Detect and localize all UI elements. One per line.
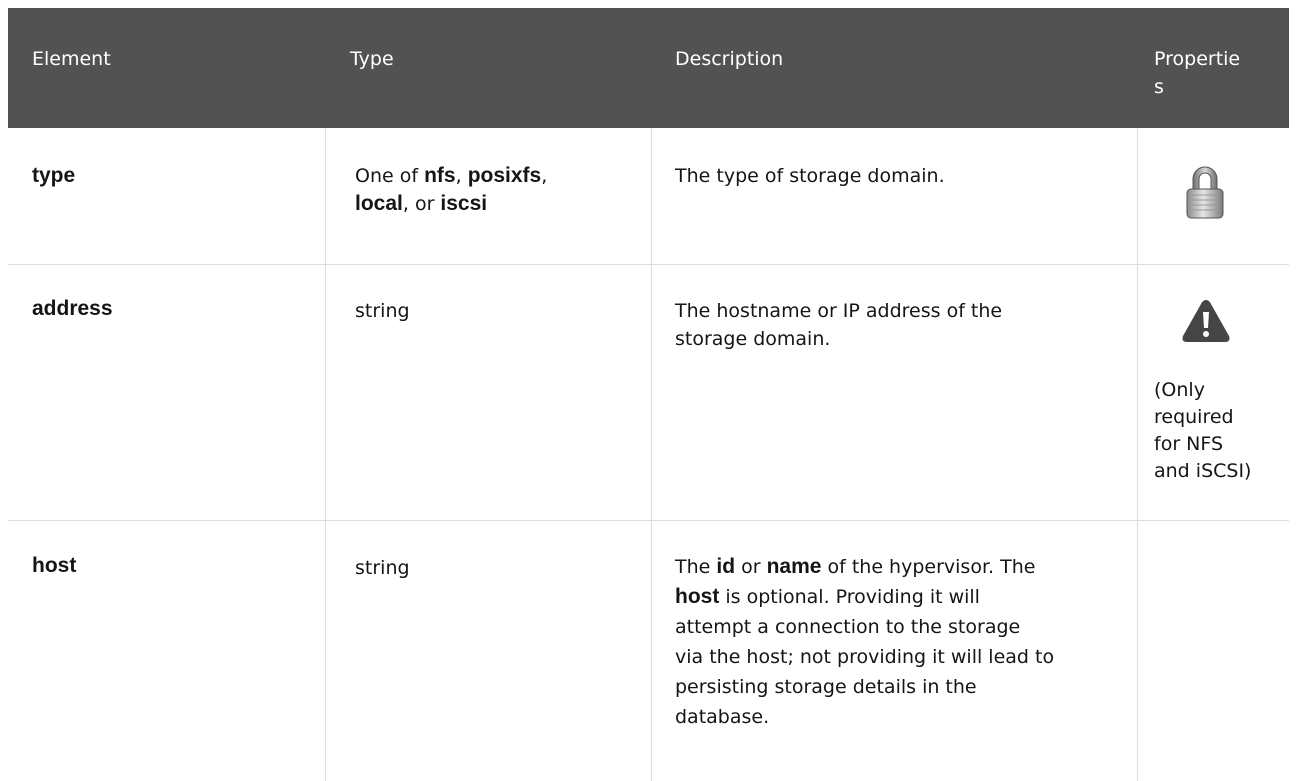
description-text: The id or name of the hypervisor. The ho…	[675, 555, 1055, 728]
warning-icon	[1181, 298, 1231, 348]
type-value: string	[355, 557, 410, 579]
header-description: Description	[675, 48, 784, 70]
header-type: Type	[350, 48, 394, 70]
column-divider	[325, 128, 326, 781]
header-element: Element	[32, 48, 111, 70]
parameters-table: Element Type Description Propertie s typ…	[8, 8, 1297, 781]
element-name: type	[32, 164, 76, 187]
column-divider	[1137, 128, 1138, 781]
type-value: One of nfs, posixfs, local, or iscsi	[355, 164, 548, 215]
element-name: address	[32, 297, 113, 320]
type-value: string	[355, 300, 410, 322]
element-name: host	[32, 554, 77, 577]
padlock-icon	[1184, 164, 1226, 224]
description-text: The hostname or IP address of the storag…	[675, 300, 1003, 350]
properties-note: (Only required for NFS and iSCSI)	[1154, 379, 1252, 482]
row-divider	[8, 520, 1289, 521]
header-properties: Propertie s	[1154, 48, 1241, 98]
row-divider	[8, 264, 1289, 265]
table-header: Element Type Description Propertie s	[8, 8, 1289, 128]
description-text: The type of storage domain.	[675, 165, 945, 187]
column-divider	[651, 128, 652, 781]
